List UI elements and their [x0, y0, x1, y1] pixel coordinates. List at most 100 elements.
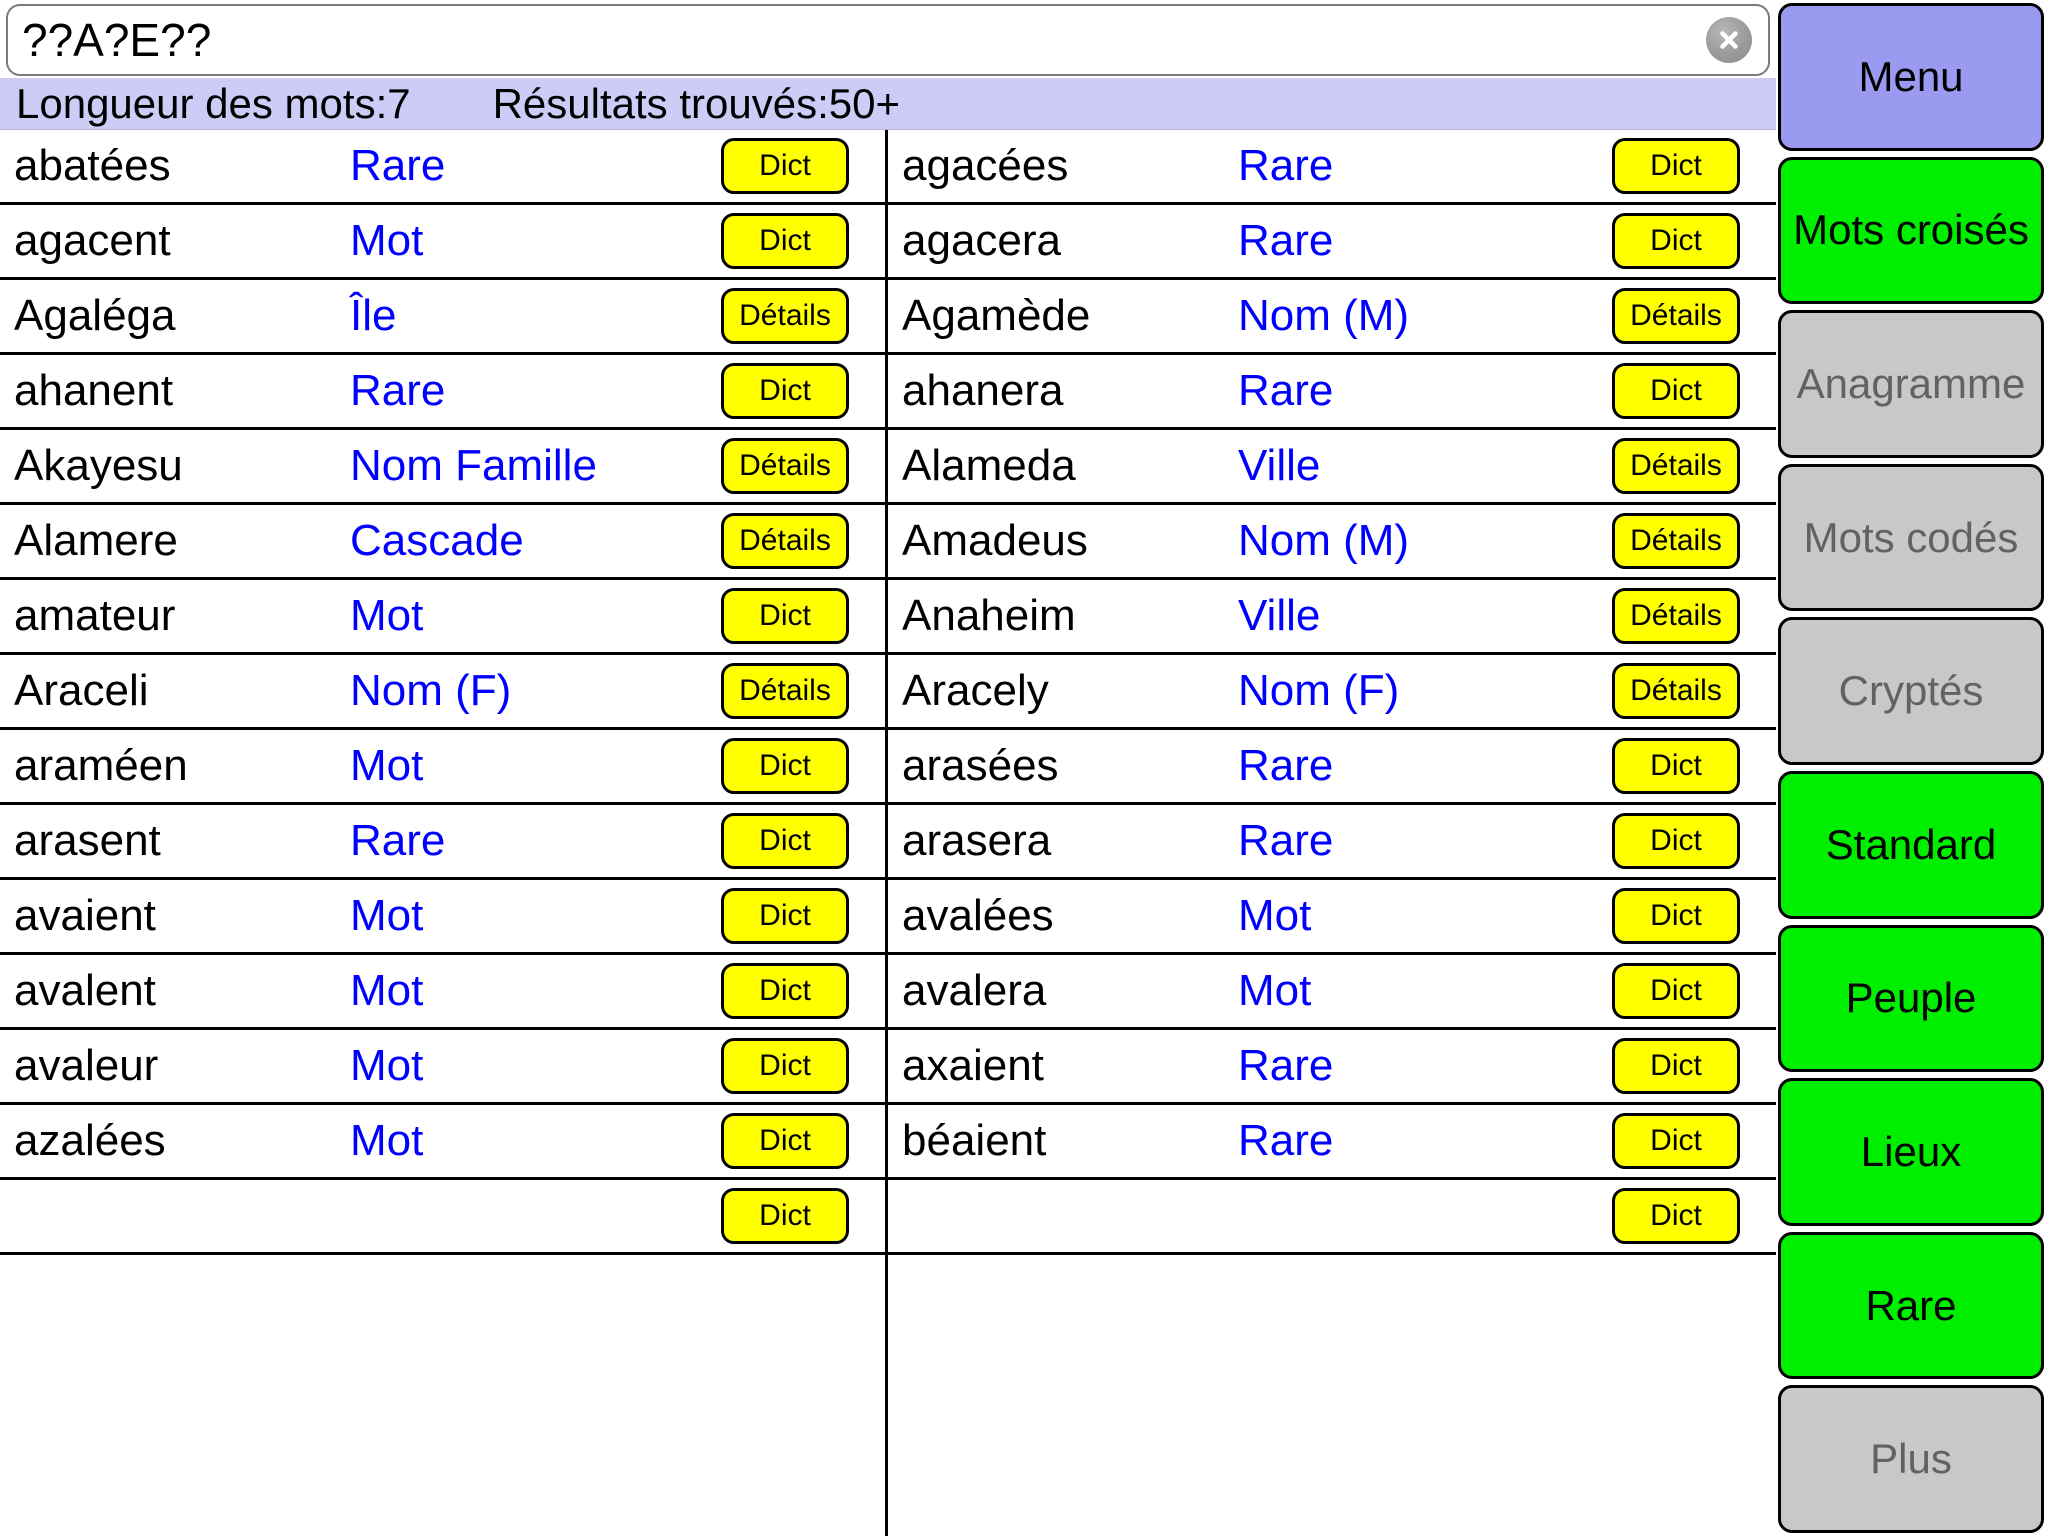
action-cell: Détails [1576, 588, 1776, 644]
word-type-label: Rare [1238, 216, 1334, 265]
details-button[interactable]: Détails [721, 288, 849, 344]
details-button[interactable]: Détails [721, 513, 849, 569]
dict-button[interactable]: Dict [721, 813, 849, 869]
word-label: arasent [14, 816, 161, 865]
details-button[interactable]: Détails [1612, 438, 1740, 494]
word-type-label: Nom Famille [350, 441, 597, 490]
action-cell: Dict [1576, 738, 1776, 794]
search-input-value: ??A?E?? [22, 17, 212, 63]
word-label: Araceli [14, 666, 149, 715]
table-row[interactable]: Amadeus Nom (M) Détails [888, 505, 1776, 580]
table-row[interactable]: axaient Rare Dict [888, 1030, 1776, 1105]
table-row[interactable]: Agamède Nom (M) Détails [888, 280, 1776, 355]
table-row[interactable]: Alameda Ville Détails [888, 430, 1776, 505]
word-type-label: Ville [1238, 441, 1321, 490]
action-cell: Dict [685, 213, 885, 269]
table-row[interactable]: avaleur Mot Dict [0, 1030, 885, 1105]
details-button[interactable]: Détails [721, 663, 849, 719]
dict-button[interactable]: Dict [721, 213, 849, 269]
search-input[interactable]: ??A?E?? [6, 4, 1770, 76]
word-label: Agamède [902, 291, 1091, 340]
details-button[interactable]: Détails [721, 438, 849, 494]
table-row[interactable]: avalent Mot Dict [0, 955, 885, 1030]
table-row[interactable]: Dict [0, 1180, 885, 1255]
action-cell: Dict [1576, 1113, 1776, 1169]
dict-button[interactable]: Dict [721, 888, 849, 944]
table-row[interactable]: Aracely Nom (F) Détails [888, 655, 1776, 730]
word-type-label: Nom (M) [1238, 516, 1410, 565]
dict-button[interactable]: Dict [721, 1038, 849, 1094]
dict-button[interactable]: Dict [721, 1113, 849, 1169]
details-button[interactable]: Détails [1612, 588, 1740, 644]
details-button[interactable]: Détails [1612, 513, 1740, 569]
table-row[interactable]: arasera Rare Dict [888, 805, 1776, 880]
dict-button[interactable]: Dict [721, 588, 849, 644]
word-type-label: Rare [350, 816, 446, 865]
action-cell: Dict [685, 1113, 885, 1169]
dict-button[interactable]: Dict [1612, 963, 1740, 1019]
table-row[interactable]: araméen Mot Dict [0, 730, 885, 805]
results-column-left: abatées Rare Dict agacent Mot Dict Agaléga Île D… [0, 130, 888, 1536]
sidebar-item-menu[interactable]: Menu [1778, 3, 2044, 151]
clear-icon[interactable] [1706, 17, 1752, 63]
table-row[interactable]: Dict [888, 1180, 1776, 1255]
sidebar-item-lieux[interactable]: Lieux [1778, 1078, 2044, 1226]
table-row[interactable]: Agaléga Île Détails [0, 280, 885, 355]
dict-button[interactable]: Dict [1612, 363, 1740, 419]
sidebar-item-standard[interactable]: Standard [1778, 770, 2044, 919]
dict-button[interactable]: Dict [721, 138, 849, 194]
dict-button[interactable]: Dict [1612, 738, 1740, 794]
dict-button[interactable]: Dict [1612, 888, 1740, 944]
word-label: arasera [902, 816, 1052, 865]
action-cell: Dict [685, 1038, 885, 1094]
word-type-label: Mot [350, 1116, 424, 1165]
action-cell: Dict [1576, 363, 1776, 419]
table-row[interactable]: arasent Rare Dict [0, 805, 885, 880]
dict-button[interactable]: Dict [1612, 213, 1740, 269]
dict-button[interactable]: Dict [1612, 1038, 1740, 1094]
table-row[interactable]: béaient Rare Dict [888, 1105, 1776, 1180]
details-button[interactable]: Détails [1612, 288, 1740, 344]
word-label: Alameda [902, 441, 1076, 490]
sidebar-item-peuple[interactable]: Peuple [1778, 924, 2044, 1073]
action-cell: Dict [1576, 138, 1776, 194]
word-type-label: Mot [350, 1041, 424, 1090]
table-row[interactable]: agacées Rare Dict [888, 130, 1776, 205]
dict-button[interactable]: Dict [1612, 1188, 1740, 1244]
sidebar-item-mots-croises[interactable]: Mots croisés [1778, 156, 2044, 305]
table-row[interactable]: avalera Mot Dict [888, 955, 1776, 1030]
action-cell: Dict [1576, 1038, 1776, 1094]
word-type-label: Rare [1238, 1116, 1334, 1165]
sidebar-item-rare[interactable]: Rare [1778, 1231, 2044, 1380]
dict-button[interactable]: Dict [721, 363, 849, 419]
table-row[interactable]: agacent Mot Dict [0, 205, 885, 280]
table-row[interactable]: avalées Mot Dict [888, 880, 1776, 955]
word-type-label: Mot [350, 216, 424, 265]
dict-button[interactable]: Dict [1612, 1113, 1740, 1169]
dict-button[interactable]: Dict [721, 738, 849, 794]
results-table: abatées Rare Dict agacent Mot Dict Agaléga Île D… [0, 130, 1776, 1536]
word-label: amateur [14, 591, 176, 640]
table-row[interactable]: azalées Mot Dict [0, 1105, 885, 1180]
search-bar: ??A?E?? [0, 0, 1776, 78]
table-row[interactable]: Akayesu Nom Famille Détails [0, 430, 885, 505]
word-type-label: Rare [350, 141, 446, 190]
word-label: avalées [902, 891, 1054, 940]
dict-button[interactable]: Dict [721, 1188, 849, 1244]
word-type-label: Cascade [350, 516, 524, 565]
table-row[interactable]: ahanent Rare Dict [0, 355, 885, 430]
details-button[interactable]: Détails [1612, 663, 1740, 719]
table-row[interactable]: arasées Rare Dict [888, 730, 1776, 805]
dict-button[interactable]: Dict [1612, 813, 1740, 869]
dict-button[interactable]: Dict [1612, 138, 1740, 194]
action-cell: Dict [685, 888, 885, 944]
table-row[interactable]: abatées Rare Dict [0, 130, 885, 205]
table-row[interactable]: Anaheim Ville Détails [888, 580, 1776, 655]
table-row[interactable]: Araceli Nom (F) Détails [0, 655, 885, 730]
table-row[interactable]: Alamere Cascade Détails [0, 505, 885, 580]
dict-button[interactable]: Dict [721, 963, 849, 1019]
table-row[interactable]: agacera Rare Dict [888, 205, 1776, 280]
table-row[interactable]: amateur Mot Dict [0, 580, 885, 655]
table-row[interactable]: ahanera Rare Dict [888, 355, 1776, 430]
table-row[interactable]: avaient Mot Dict [0, 880, 885, 955]
